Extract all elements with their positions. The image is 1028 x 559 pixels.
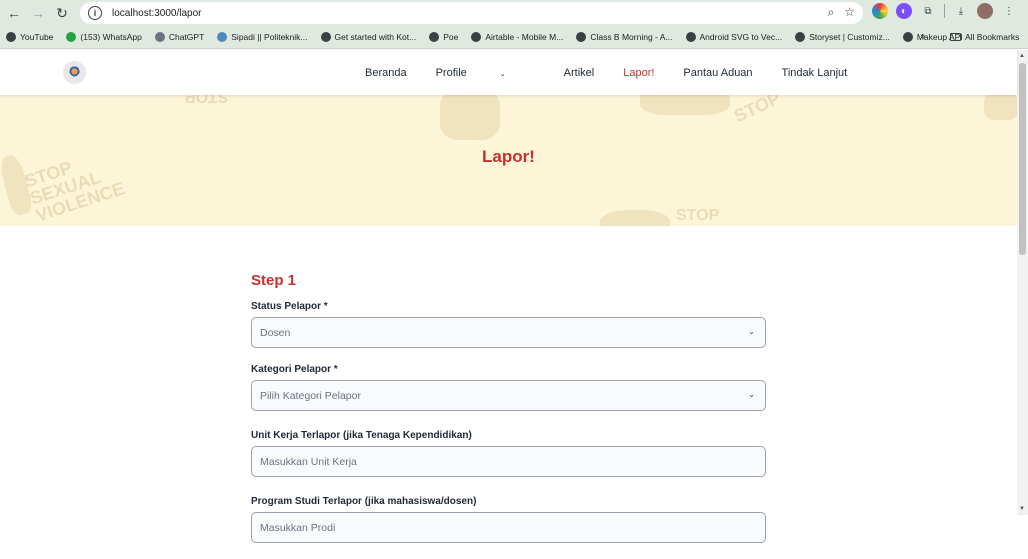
status-pelapor-label: Status Pelapor * bbox=[251, 301, 328, 312]
bookmark-airtable[interactable]: Airtable - Mobile M... bbox=[471, 32, 563, 42]
bookmark-favicon-icon bbox=[6, 32, 16, 42]
url-text[interactable]: localhost:3000/lapor bbox=[112, 8, 202, 19]
bookmark-kotlin[interactable]: Get started with Kot... bbox=[320, 32, 416, 42]
all-bookmarks[interactable]: All Bookmarks bbox=[950, 32, 1019, 42]
status-pelapor-select[interactable]: Dosen ⌄ bbox=[251, 317, 766, 348]
nav-item-pantau-aduan[interactable]: Pantau Aduan bbox=[683, 67, 752, 79]
stop-watermark: STOP bbox=[676, 207, 720, 224]
site-info-icon[interactable]: i bbox=[88, 6, 102, 20]
nav-item-artikel[interactable]: Artikel bbox=[564, 67, 595, 79]
bookmark-storyset[interactable]: Storyset | Customiz... bbox=[795, 32, 890, 42]
hand-watermark bbox=[640, 95, 730, 115]
bookmark-star-icon[interactable]: ☆ bbox=[844, 5, 855, 20]
bookmark-favicon-icon bbox=[795, 32, 806, 42]
bookmark-chatgpt[interactable]: ChatGPT bbox=[154, 32, 204, 42]
bookmarks-overflow-icon[interactable]: » bbox=[920, 31, 926, 42]
program-studi-input[interactable]: Masukkan Prodi bbox=[251, 512, 766, 543]
bookmark-favicon-icon bbox=[902, 32, 913, 42]
hand-watermark bbox=[440, 95, 500, 140]
extension-purple-icon[interactable]: ◐ bbox=[896, 3, 912, 19]
kategori-pelapor-label: Kategori Pelapor * bbox=[251, 364, 338, 375]
main-nav: Beranda Profile ⌄ Artikel Lapor! Pantau A… bbox=[365, 67, 876, 79]
bookmark-favicon-icon bbox=[66, 32, 77, 42]
site-header: Beranda Profile ⌄ Artikel Lapor! Pantau A… bbox=[0, 50, 1017, 95]
chevron-down-icon: ⌄ bbox=[748, 327, 755, 336]
stop-watermark: STOP bbox=[730, 95, 784, 127]
bookmark-class-b[interactable]: Class B Morning - A... bbox=[576, 32, 673, 42]
bookmark-favicon-icon bbox=[320, 32, 331, 42]
back-icon[interactable]: ← bbox=[2, 1, 26, 25]
page-viewport: Beranda Profile ⌄ Artikel Lapor! Pantau A… bbox=[0, 50, 1028, 543]
chevron-down-icon: ⌄ bbox=[499, 71, 506, 78]
bookmark-favicon-icon bbox=[154, 32, 165, 42]
report-form: Step 1 Status Pelapor * Dosen ⌄ Kategori… bbox=[251, 272, 766, 559]
bookmark-favicon-icon bbox=[429, 32, 440, 42]
site-logo[interactable] bbox=[63, 61, 86, 84]
extension-color-icon[interactable] bbox=[872, 3, 888, 19]
bookmark-whatsapp[interactable]: (153) WhatsApp bbox=[66, 32, 142, 42]
zoom-icon[interactable]: ⌕ bbox=[828, 5, 835, 20]
extensions-puzzle-icon[interactable]: ⧉ bbox=[920, 3, 936, 19]
page-title: Lapor! bbox=[482, 147, 535, 166]
avatar[interactable] bbox=[977, 3, 993, 19]
address-bar[interactable]: i localhost:3000/lapor ⌕ ☆ bbox=[80, 2, 863, 24]
download-icon[interactable]: ⤓ bbox=[953, 3, 969, 19]
bookmark-sipadi[interactable]: Sipadi || Politeknik... bbox=[217, 32, 308, 42]
kategori-pelapor-select[interactable]: Pilih Kategori Pelapor ⌄ bbox=[251, 380, 766, 411]
bookmarks-bar: YouTube (153) WhatsApp ChatGPT Sipadi ||… bbox=[0, 26, 1028, 49]
hand-watermark bbox=[600, 210, 670, 226]
nav-item-profile[interactable]: Profile ⌄ bbox=[436, 67, 535, 79]
scroll-up-icon[interactable]: ▲ bbox=[1019, 53, 1025, 59]
bookmark-youtube[interactable]: YouTube bbox=[6, 32, 53, 42]
scroll-down-icon[interactable]: ▼ bbox=[1019, 506, 1025, 512]
bookmark-favicon-icon bbox=[685, 32, 696, 42]
nav-item-beranda[interactable]: Beranda bbox=[365, 67, 407, 79]
program-studi-label: Program Studi Terlapor (jika mahasiswa/d… bbox=[251, 496, 477, 507]
chevron-down-icon: ⌄ bbox=[748, 390, 755, 399]
nav-item-lapor[interactable]: Lapor! bbox=[623, 67, 654, 79]
bookmark-android-svg[interactable]: Android SVG to Vec... bbox=[685, 32, 782, 42]
hand-watermark bbox=[984, 95, 1017, 120]
step-title: Step 1 bbox=[251, 272, 297, 289]
bookmark-favicon-icon bbox=[217, 32, 228, 42]
folder-icon bbox=[950, 33, 961, 41]
stop-watermark: STOP bbox=[185, 95, 229, 105]
page-scrollbar[interactable]: ▲ ▼ bbox=[1017, 50, 1028, 515]
unit-kerja-label: Unit Kerja Terlapor (jika Tenaga Kependi… bbox=[251, 430, 472, 441]
forward-icon[interactable]: → bbox=[26, 1, 50, 25]
browser-toolbar: ← → ↻ i localhost:3000/lapor ⌕ ☆ ◐ ⧉ ⤓ ⋮ bbox=[0, 0, 1028, 26]
hero-banner: STOP SEXUAL VIOLENCE STOP STOP STOP Lapo… bbox=[0, 95, 1017, 226]
scrollbar-thumb[interactable] bbox=[1019, 63, 1026, 255]
unit-kerja-input[interactable]: Masukkan Unit Kerja bbox=[251, 446, 766, 477]
bookmark-favicon-icon bbox=[471, 32, 482, 42]
menu-icon[interactable]: ⋮ bbox=[1001, 3, 1017, 19]
bookmark-favicon-icon bbox=[576, 32, 587, 42]
nav-item-tindak-lanjut[interactable]: Tindak Lanjut bbox=[782, 67, 848, 79]
reload-icon[interactable]: ↻ bbox=[50, 1, 74, 25]
bookmark-poe[interactable]: Poe bbox=[429, 32, 458, 42]
separator bbox=[944, 4, 945, 18]
